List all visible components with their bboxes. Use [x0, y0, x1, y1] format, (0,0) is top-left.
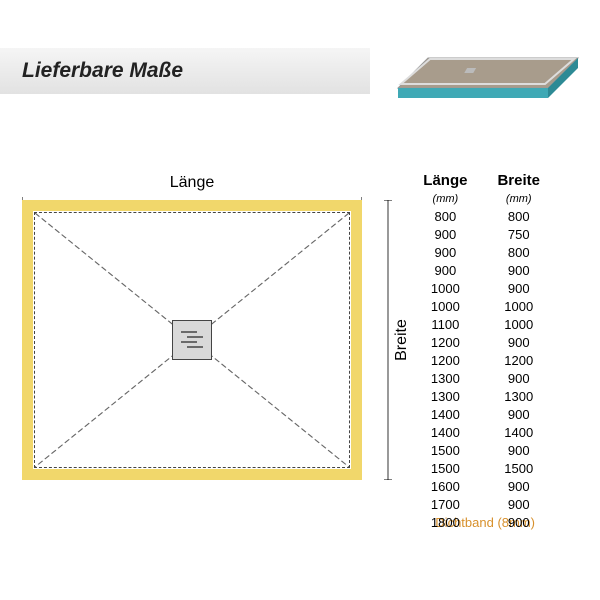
- table-row: 1700900: [409, 496, 554, 512]
- sizes-table: Länge(mm) Breite(mm) 8008009007509008009…: [407, 170, 556, 532]
- table-row: 1000900: [409, 280, 554, 296]
- cell-length: 1500: [409, 460, 481, 476]
- table-row: 1500900: [409, 442, 554, 458]
- cell-length: 900: [409, 226, 481, 242]
- product-photo: [368, 18, 588, 128]
- table-row: 1400900: [409, 406, 554, 422]
- cell-width: 1300: [483, 388, 554, 404]
- cell-length: 900: [409, 262, 481, 278]
- cell-width: 900: [483, 442, 554, 458]
- table-row: 900900: [409, 262, 554, 278]
- cell-length: 1000: [409, 298, 481, 314]
- cell-length: 1500: [409, 442, 481, 458]
- dimensions-diagram: Länge Breite: [22, 200, 382, 510]
- cell-width: 1400: [483, 424, 554, 440]
- table-row: 10001000: [409, 298, 554, 314]
- table-row: 900800: [409, 244, 554, 260]
- cell-width: 900: [483, 406, 554, 422]
- drain-icon: [172, 320, 212, 360]
- cell-width: 1200: [483, 352, 554, 368]
- cell-width: 900: [483, 514, 554, 530]
- table-row: 1800900: [409, 514, 554, 530]
- shower-tray-outline: [22, 200, 362, 480]
- cell-width: 900: [483, 478, 554, 494]
- cell-length: 1600: [409, 478, 481, 494]
- cell-length: 1700: [409, 496, 481, 512]
- table-row: 800800: [409, 208, 554, 224]
- table-row: 13001300: [409, 388, 554, 404]
- col-header-length: Länge(mm): [409, 172, 481, 206]
- table-row: 11001000: [409, 316, 554, 332]
- table-row: 15001500: [409, 460, 554, 476]
- cell-width: 900: [483, 496, 554, 512]
- cell-width: 900: [483, 280, 554, 296]
- dim-line-horizontal: [22, 192, 362, 200]
- length-label: Länge: [22, 174, 362, 192]
- table-row: 900750: [409, 226, 554, 242]
- cell-width: 900: [483, 370, 554, 386]
- cell-length: 1100: [409, 316, 481, 332]
- table-row: 14001400: [409, 424, 554, 440]
- table-row: 1200900: [409, 334, 554, 350]
- table-row: 1300900: [409, 370, 554, 386]
- cell-length: 1400: [409, 424, 481, 440]
- cell-width: 800: [483, 244, 554, 260]
- tray-inner-border: [34, 212, 350, 468]
- dim-line-vertical: [384, 200, 392, 480]
- table-row: 1600900: [409, 478, 554, 494]
- cell-width: 1000: [483, 298, 554, 314]
- cell-width: 900: [483, 334, 554, 350]
- cell-length: 1200: [409, 352, 481, 368]
- cell-length: 1300: [409, 388, 481, 404]
- cell-length: 1400: [409, 406, 481, 422]
- cell-width: 1500: [483, 460, 554, 476]
- cell-width: 900: [483, 262, 554, 278]
- cell-length: 1300: [409, 370, 481, 386]
- cell-width: 1000: [483, 316, 554, 332]
- cell-length: 1000: [409, 280, 481, 296]
- page-title: Lieferbare Maße: [22, 59, 183, 83]
- cell-width: 750: [483, 226, 554, 242]
- cell-length: 800: [409, 208, 481, 224]
- cell-length: 1800: [409, 514, 481, 530]
- cell-length: 900: [409, 244, 481, 260]
- cell-length: 1200: [409, 334, 481, 350]
- cell-width: 800: [483, 208, 554, 224]
- table-row: 12001200: [409, 352, 554, 368]
- title-bar: Lieferbare Maße: [0, 48, 370, 94]
- col-header-width: Breite(mm): [483, 172, 554, 206]
